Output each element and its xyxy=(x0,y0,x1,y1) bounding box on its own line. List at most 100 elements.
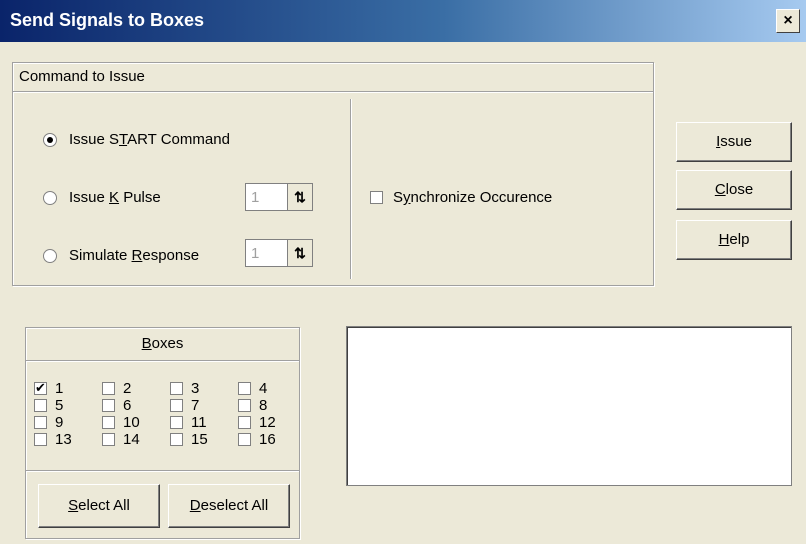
radio-simulate-response-label: Simulate Response xyxy=(69,247,199,264)
box-checkbox-item[interactable]: 1 xyxy=(34,379,102,397)
box-checkbox[interactable] xyxy=(238,416,251,429)
help-button[interactable]: Help xyxy=(676,220,792,260)
label-part: elp xyxy=(729,231,750,248)
radio-issue-k-pulse[interactable]: Issue K Pulse xyxy=(43,189,161,206)
group-divider xyxy=(350,99,351,279)
response-input[interactable]: 1 xyxy=(245,239,287,267)
label-part: elect All xyxy=(78,497,130,514)
label-hotkey: K xyxy=(109,189,120,206)
radio-simulate-response-circle[interactable] xyxy=(43,248,57,263)
command-group-header: Command to Issue xyxy=(13,63,653,92)
box-checkbox[interactable] xyxy=(170,433,183,446)
box-checkbox-item[interactable]: 13 xyxy=(34,431,102,448)
box-checkbox-item[interactable]: 3 xyxy=(170,380,238,397)
title-bar: Send Signals to Boxes × xyxy=(0,0,806,42)
box-checkbox-item[interactable]: 15 xyxy=(170,431,238,448)
synchronize-checkbox-row[interactable]: Synchronize Occurence xyxy=(370,189,552,206)
label-hotkey: y xyxy=(403,189,411,206)
box-checkbox-label: 15 xyxy=(191,431,208,448)
k-pulse-input[interactable]: 1 xyxy=(245,183,287,211)
label-hotkey: S xyxy=(68,497,79,514)
command-group-label: Command to Issue xyxy=(19,68,145,85)
label-part: ssue xyxy=(720,133,752,150)
box-checkbox-label: 3 xyxy=(191,380,200,397)
box-checkbox-item[interactable]: 5 xyxy=(34,397,102,414)
box-checkbox-item[interactable]: 8 xyxy=(238,397,306,414)
radio-simulate-response[interactable]: Simulate Response xyxy=(43,247,199,264)
box-checkbox-label: 14 xyxy=(123,431,140,448)
box-checkbox[interactable] xyxy=(102,433,115,446)
box-checkbox-item[interactable]: 2 xyxy=(102,380,170,397)
label-part: Pulse xyxy=(119,189,161,206)
response-spin-icon[interactable]: ⇅ xyxy=(287,239,313,267)
box-checkbox[interactable] xyxy=(34,416,47,429)
box-checkbox-item[interactable]: 7 xyxy=(170,397,238,414)
label-hotkey: D xyxy=(189,497,201,514)
close-icon[interactable]: × xyxy=(776,9,800,33)
label-part: S xyxy=(393,189,404,206)
box-checkbox-label: 4 xyxy=(259,380,268,397)
box-checkbox-label: 10 xyxy=(123,414,140,431)
box-checkbox-item[interactable]: 14 xyxy=(102,431,170,448)
box-checkbox[interactable] xyxy=(34,379,47,397)
radio-issue-start-label: Issue START Command xyxy=(69,131,230,148)
label-part: oxes xyxy=(151,335,184,352)
box-checkbox[interactable] xyxy=(102,382,115,395)
boxes-group-header: Boxes xyxy=(26,328,299,361)
box-checkbox-label: 6 xyxy=(123,397,132,414)
box-checkbox[interactable] xyxy=(34,399,47,412)
radio-issue-k-pulse-label: Issue K Pulse xyxy=(69,189,161,206)
box-checkbox[interactable] xyxy=(170,382,183,395)
label-part: Issue xyxy=(69,189,110,206)
box-checkbox[interactable] xyxy=(238,399,251,412)
radio-issue-start-circle[interactable] xyxy=(43,132,57,147)
label-part: Simulate xyxy=(69,247,132,264)
box-checkbox-label: 11 xyxy=(191,414,207,431)
box-checkbox-item[interactable]: 6 xyxy=(102,397,170,414)
box-checkbox[interactable] xyxy=(102,399,115,412)
box-checkbox-item[interactable]: 11 xyxy=(170,414,238,431)
label-hotkey: T xyxy=(119,131,128,148)
radio-issue-k-pulse-circle[interactable] xyxy=(43,190,57,205)
box-checkbox[interactable] xyxy=(238,382,251,395)
select-all-button[interactable]: Select All xyxy=(38,484,160,528)
synchronize-checkbox[interactable] xyxy=(370,191,383,204)
close-button[interactable]: Close xyxy=(676,170,792,210)
synchronize-label: Synchronize Occurence xyxy=(393,189,552,206)
box-checkbox-item[interactable]: 10 xyxy=(102,414,170,431)
radio-issue-start[interactable]: Issue START Command xyxy=(43,131,230,148)
output-text-area[interactable] xyxy=(346,326,792,486)
label-part: Issue S xyxy=(69,131,120,148)
label-part: eselect All xyxy=(200,497,269,514)
box-checkbox[interactable] xyxy=(170,416,183,429)
command-group: Command to Issue Issue START Command Iss… xyxy=(12,62,654,286)
box-checkbox-label: 5 xyxy=(55,397,64,414)
boxes-group: Boxes 12345678910111213141516 Select All… xyxy=(25,327,300,539)
label-part: ART Command xyxy=(127,131,230,148)
box-checkbox-label: 2 xyxy=(123,380,132,397)
box-checkbox-label: 13 xyxy=(55,431,72,448)
box-checkbox[interactable] xyxy=(170,399,183,412)
box-checkbox-item[interactable]: 12 xyxy=(238,414,306,431)
box-checkbox[interactable] xyxy=(34,433,47,446)
box-checkbox-item[interactable]: 4 xyxy=(238,380,306,397)
boxes-checkbox-grid: 12345678910111213141516 xyxy=(34,379,298,448)
box-checkbox-label: 8 xyxy=(259,397,268,414)
box-checkbox-label: 12 xyxy=(259,414,276,431)
label-part: nchronize Occurence xyxy=(410,189,553,206)
box-checkbox-label: 16 xyxy=(259,431,276,448)
box-checkbox-item[interactable]: 9 xyxy=(34,414,102,431)
label-hotkey: R xyxy=(131,247,143,264)
label-part: lose xyxy=(725,181,754,198)
label-part: esponse xyxy=(142,247,200,264)
issue-button[interactable]: Issue xyxy=(676,122,792,162)
box-checkbox-label: 1 xyxy=(55,380,64,397)
box-checkbox-label: 7 xyxy=(191,397,200,414)
k-pulse-spin-icon[interactable]: ⇅ xyxy=(287,183,313,211)
box-checkbox-item[interactable]: 16 xyxy=(238,431,306,448)
box-checkbox[interactable] xyxy=(102,416,115,429)
label-hotkey: H xyxy=(718,231,730,248)
box-checkbox[interactable] xyxy=(238,433,251,446)
boxes-divider xyxy=(26,470,299,471)
deselect-all-button[interactable]: Deselect All xyxy=(168,484,290,528)
